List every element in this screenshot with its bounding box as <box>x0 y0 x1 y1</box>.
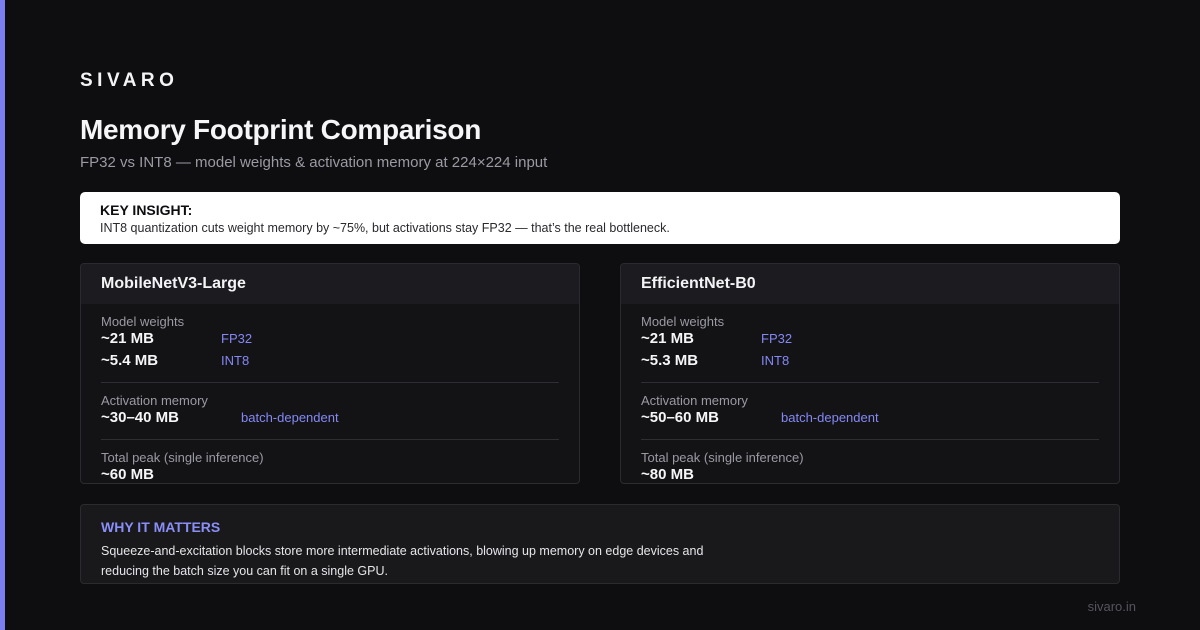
activation-row: ~30–40 MB batch-dependent <box>101 409 559 431</box>
card-title: EfficientNet-B0 <box>641 275 756 292</box>
weights-value: ~5.4 MB <box>101 352 159 369</box>
precision-tag: INT8 <box>221 353 250 368</box>
why-text: Squeeze-and-excitation blocks store more… <box>101 544 704 578</box>
divider <box>641 382 1099 383</box>
card-header: MobileNetV3-Large <box>81 264 579 304</box>
peak-value: ~80 MB <box>641 466 694 483</box>
peak-row: ~60 MB <box>101 466 559 483</box>
key-insight-text: INT8 quantization cuts weight memory by … <box>100 221 670 235</box>
weights-label: Model weights <box>641 314 725 329</box>
activation-value: ~50–60 MB <box>641 409 719 426</box>
model-card-mobilenetv3: MobileNetV3-Large Model weights ~21 MB F… <box>80 263 580 484</box>
weights-value: ~21 MB <box>641 330 694 347</box>
peak-label: Total peak (single inference) <box>101 450 264 465</box>
divider <box>641 439 1099 440</box>
card-title: MobileNetV3-Large <box>101 275 246 292</box>
footer-url: sivaro.in <box>1087 599 1136 614</box>
model-card-efficientnet-b0: EfficientNet-B0 Model weights ~21 MB FP3… <box>620 263 1120 484</box>
weights-row-fp32: ~21 MB FP32 <box>641 330 1099 352</box>
activation-label: Activation memory <box>101 393 208 408</box>
batch-tag: batch-dependent <box>241 410 339 425</box>
precision-tag: INT8 <box>761 353 790 368</box>
weights-value: ~5.3 MB <box>641 352 699 369</box>
precision-tag: FP32 <box>761 331 793 346</box>
precision-tag: FP32 <box>221 331 253 346</box>
why-label: WHY IT MATTERS <box>101 519 221 535</box>
activation-value: ~30–40 MB <box>101 409 179 426</box>
weights-label: Model weights <box>101 314 185 329</box>
key-insight-callout: KEY INSIGHT: INT8 quantization cuts weig… <box>80 192 1120 244</box>
card-body: Model weights ~21 MB FP32 ~5.3 MB INT8 A… <box>621 304 1119 483</box>
card-header: EfficientNet-B0 <box>621 264 1119 304</box>
page-subtitle: FP32 vs INT8 — model weights & activatio… <box>80 154 548 171</box>
batch-tag: batch-dependent <box>781 410 879 425</box>
activation-label: Activation memory <box>641 393 748 408</box>
accent-bar <box>0 0 5 630</box>
brand-logo: SIVARO <box>80 70 179 91</box>
divider <box>101 382 559 383</box>
peak-value: ~60 MB <box>101 466 154 483</box>
card-body: Model weights ~21 MB FP32 ~5.4 MB INT8 A… <box>81 304 579 483</box>
key-insight-label: KEY INSIGHT: <box>100 202 193 218</box>
page-title: Memory Footprint Comparison <box>80 114 482 145</box>
weights-value: ~21 MB <box>101 330 154 347</box>
divider <box>101 439 559 440</box>
why-it-matters-panel: WHY IT MATTERS Squeeze-and-excitation bl… <box>80 504 1120 584</box>
weights-row-int8: ~5.3 MB INT8 <box>641 352 1099 374</box>
weights-row-int8: ~5.4 MB INT8 <box>101 352 559 374</box>
activation-row: ~50–60 MB batch-dependent <box>641 409 1099 431</box>
peak-row: ~80 MB <box>641 466 1099 483</box>
weights-row-fp32: ~21 MB FP32 <box>101 330 559 352</box>
peak-label: Total peak (single inference) <box>641 450 804 465</box>
